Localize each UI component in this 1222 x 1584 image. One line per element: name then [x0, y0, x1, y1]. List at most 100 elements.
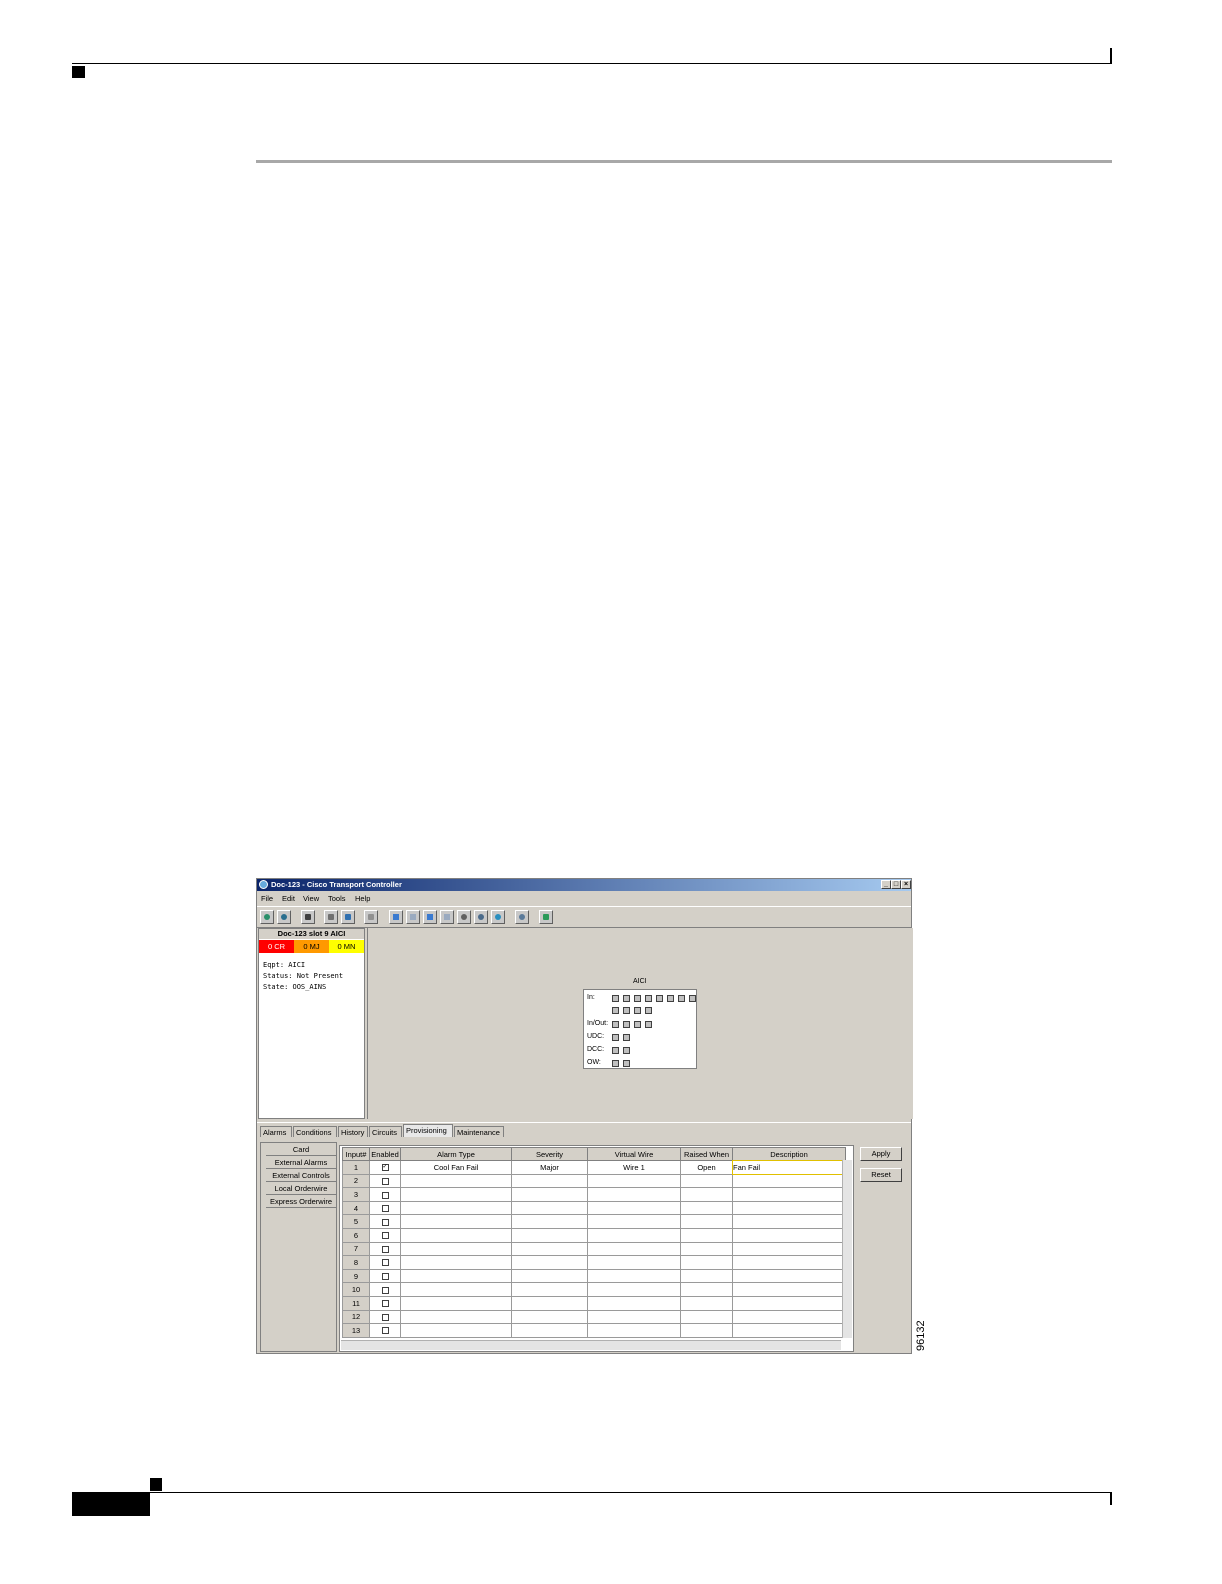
table-row[interactable]: 7 — [342, 1241, 846, 1257]
virtual-wire-cell[interactable] — [587, 1268, 681, 1284]
enabled-cell[interactable] — [369, 1187, 401, 1202]
enabled-cell[interactable] — [369, 1295, 401, 1311]
enabled-cell[interactable] — [369, 1323, 401, 1338]
port-icon[interactable] — [645, 1021, 652, 1028]
severity-cell[interactable] — [511, 1282, 588, 1297]
enabled-cell[interactable] — [369, 1214, 401, 1229]
enabled-cell[interactable] — [369, 1241, 401, 1257]
enabled-checkbox[interactable] — [381, 1191, 389, 1199]
severity-cell[interactable] — [511, 1323, 588, 1338]
menu-view[interactable]: View — [303, 894, 319, 903]
down-arrow-icon[interactable] — [440, 910, 454, 924]
enabled-cell[interactable] — [369, 1200, 401, 1216]
raised-when-cell[interactable] — [680, 1173, 733, 1189]
table-row[interactable]: 8 — [342, 1255, 846, 1270]
table-row[interactable]: 2 — [342, 1173, 846, 1189]
subtab-local-orderwire[interactable]: Local Orderwire — [266, 1184, 336, 1195]
severity-cell[interactable] — [511, 1295, 588, 1311]
enabled-cell[interactable] — [369, 1255, 401, 1270]
enabled-cell[interactable] — [369, 1282, 401, 1297]
menu-file[interactable]: File — [261, 894, 273, 903]
enabled-checkbox[interactable] — [381, 1273, 389, 1281]
col-alarm-type[interactable]: Alarm Type — [400, 1147, 512, 1161]
close-button[interactable]: × — [901, 880, 911, 889]
raised-when-cell[interactable] — [680, 1214, 733, 1229]
raised-when-cell[interactable] — [680, 1187, 733, 1202]
table-row[interactable]: 4 — [342, 1200, 846, 1216]
alarm-type-cell[interactable] — [400, 1173, 512, 1189]
virtual-wire-cell[interactable] — [587, 1323, 681, 1338]
raised-when-cell[interactable]: Open — [680, 1160, 733, 1175]
menu-help[interactable]: Help — [355, 894, 370, 903]
raised-when-cell[interactable] — [680, 1200, 733, 1216]
col-input[interactable]: Input# — [342, 1147, 370, 1161]
gear-icon[interactable] — [457, 910, 471, 924]
reset-button[interactable]: Reset — [860, 1168, 902, 1182]
col-virtual-wire[interactable]: Virtual Wire — [587, 1147, 681, 1161]
port-icon[interactable] — [656, 995, 663, 1002]
severity-cell[interactable] — [511, 1214, 588, 1229]
port-icon[interactable] — [623, 1047, 630, 1054]
description-cell[interactable] — [732, 1295, 846, 1311]
description-cell[interactable] — [732, 1323, 846, 1338]
enabled-checkbox[interactable] — [381, 1245, 389, 1253]
port-icon[interactable] — [623, 1021, 630, 1028]
subtab-external-alarms[interactable]: External Alarms — [266, 1158, 336, 1169]
description-cell[interactable] — [732, 1309, 846, 1325]
port-icon[interactable] — [689, 995, 696, 1002]
enabled-checkbox[interactable] — [381, 1205, 389, 1213]
description-cell[interactable] — [732, 1241, 846, 1257]
subtab-express-orderwire[interactable]: Express Orderwire — [266, 1197, 336, 1208]
alarm-type-cell[interactable] — [400, 1227, 512, 1243]
alarm-type-cell[interactable] — [400, 1268, 512, 1284]
up-arrow-icon[interactable] — [423, 910, 437, 924]
col-enabled[interactable]: Enabled — [369, 1147, 401, 1161]
print-icon[interactable] — [324, 910, 338, 924]
table-row[interactable]: 3 — [342, 1187, 846, 1202]
raised-when-cell[interactable] — [680, 1268, 733, 1284]
virtual-wire-cell[interactable] — [587, 1255, 681, 1270]
port-icon[interactable] — [612, 995, 619, 1002]
enabled-checkbox[interactable] — [381, 1218, 389, 1226]
enabled-checkbox[interactable] — [381, 1327, 389, 1335]
description-cell[interactable] — [732, 1214, 846, 1229]
raised-when-cell[interactable] — [680, 1241, 733, 1257]
description-cell[interactable] — [732, 1227, 846, 1243]
severity-cell[interactable]: Major — [511, 1160, 588, 1175]
raised-when-cell[interactable] — [680, 1309, 733, 1325]
tab-circuits[interactable]: Circuits — [369, 1126, 402, 1137]
enabled-checkbox[interactable] — [381, 1177, 389, 1185]
globe-icon[interactable] — [491, 910, 505, 924]
lock-icon[interactable] — [301, 910, 315, 924]
virtual-wire-cell[interactable] — [587, 1309, 681, 1325]
port-icon[interactable] — [612, 1007, 619, 1014]
severity-cell[interactable] — [511, 1268, 588, 1284]
raised-when-cell[interactable] — [680, 1323, 733, 1338]
port-icon[interactable] — [645, 995, 652, 1002]
table-row[interactable]: 10 — [342, 1282, 846, 1297]
alarm-type-cell[interactable] — [400, 1282, 512, 1297]
table-row[interactable]: 6 — [342, 1227, 846, 1243]
network-view-button[interactable] — [260, 910, 274, 924]
menu-tools[interactable]: Tools — [328, 894, 346, 903]
severity-cell[interactable] — [511, 1200, 588, 1216]
back-arrow-icon[interactable] — [389, 910, 403, 924]
tab-provisioning[interactable]: Provisioning — [403, 1124, 453, 1137]
col-raised-when[interactable]: Raised When — [680, 1147, 733, 1161]
tab-maintenance[interactable]: Maintenance — [454, 1126, 504, 1137]
port-icon[interactable] — [678, 995, 685, 1002]
virtual-wire-cell[interactable] — [587, 1214, 681, 1229]
port-icon[interactable] — [623, 995, 630, 1002]
alarm-type-cell[interactable] — [400, 1214, 512, 1229]
port-icon[interactable] — [634, 1007, 641, 1014]
apply-button[interactable]: Apply — [860, 1147, 902, 1161]
alarm-type-cell[interactable] — [400, 1187, 512, 1202]
alarm-type-cell[interactable] — [400, 1241, 512, 1257]
virtual-wire-cell[interactable] — [587, 1295, 681, 1311]
raised-when-cell[interactable] — [680, 1282, 733, 1297]
port-icon[interactable] — [623, 1060, 630, 1067]
table-row[interactable]: 11 — [342, 1295, 846, 1311]
alarm-type-cell[interactable] — [400, 1295, 512, 1311]
tab-history[interactable]: History — [338, 1126, 368, 1137]
virtual-wire-cell[interactable] — [587, 1282, 681, 1297]
